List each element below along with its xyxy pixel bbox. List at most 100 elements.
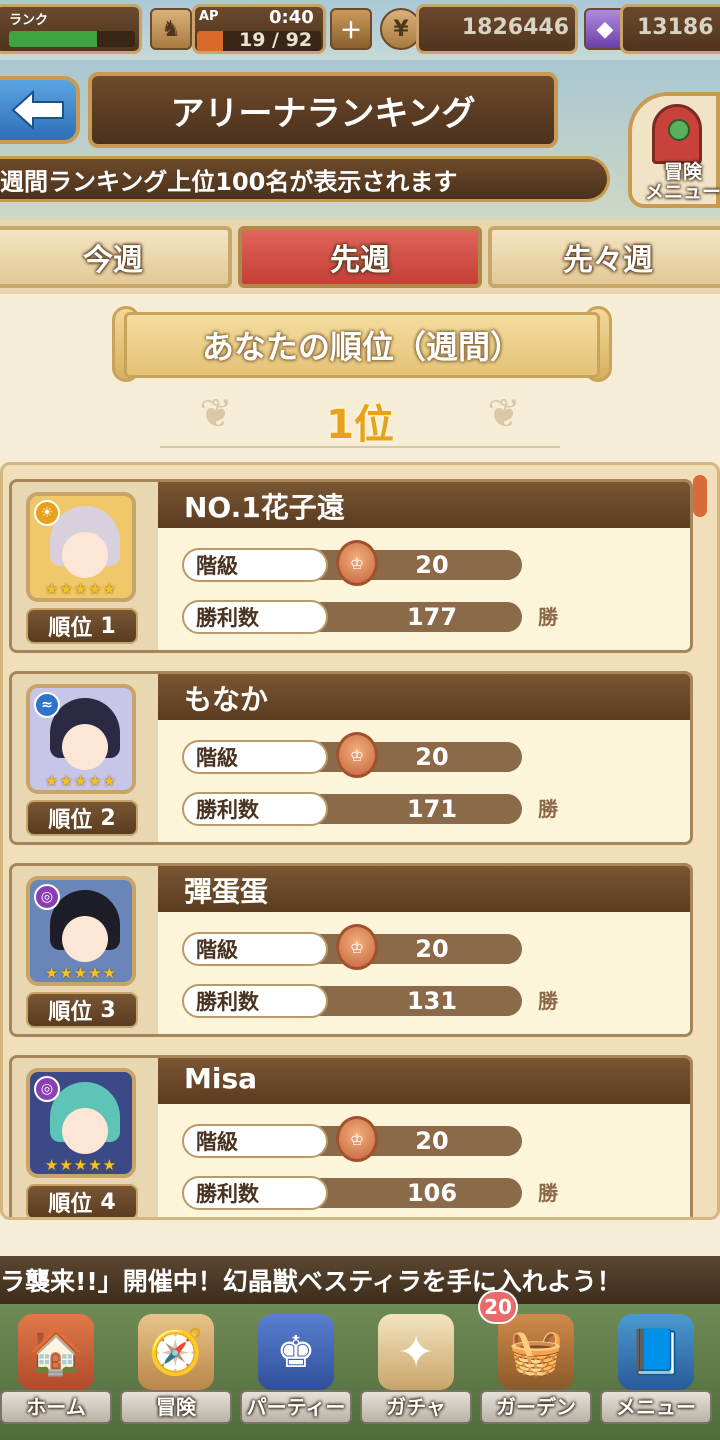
ranking-list[interactable]: ☀ ★★★★★ 順位 1 NO.1花子遠 階級 ♔ 20 勝利数 177 勝 ≈… [0,462,720,1220]
tab-week-before-last[interactable]: 先々週 [488,226,720,288]
adventure-menu-label: 冒険 メニュー [644,161,720,203]
nav-label: パーティー [240,1390,352,1424]
status-bar: ランク ♞ AP 0:40 19 / 92 ＋ ¥ 1826446 ◆ 1318… [0,0,720,60]
rank-number: 3 [100,997,116,1023]
nav-item-chess[interactable]: ♚ パーティー [238,1312,354,1432]
class-emblem-icon: ♔ [336,732,378,778]
grade-row: 階級 ♔ 20 [182,732,572,778]
wins-value: 106 [406,1179,458,1207]
player-name: Misa [184,1062,258,1095]
class-emblem-icon: ♔ [336,1116,378,1162]
list-scrollbar[interactable] [693,475,707,517]
grade-label: 階級 [182,932,328,966]
player-avatar[interactable]: ◎ ★★★★★ [26,876,136,986]
tab-last-week[interactable]: 先週 [238,226,482,288]
avatar-face [62,1108,108,1154]
wins-unit: 勝 [538,797,558,821]
rank-prefix: 順位 [48,1000,93,1025]
back-arrow-icon [11,90,64,130]
card-left-panel: ≈ ★★★★★ 順位 2 [12,674,158,842]
nav-label: メニュー [600,1390,712,1424]
nav-label: ガーデン [480,1390,592,1424]
ranking-card[interactable]: ☀ ★★★★★ 順位 1 NO.1花子遠 階級 ♔ 20 勝利数 177 勝 [9,479,693,653]
ap-timer: 0:40 [269,7,314,28]
gem-panel: 13186 [620,4,720,54]
chess-icon: ♚ [258,1314,334,1390]
ap-value: 19 / 92 [239,29,313,51]
class-emblem-icon: ♔ [336,924,378,970]
adventure-menu-button[interactable]: 冒険 メニュー [628,92,720,208]
rank-prefix: 順位 [48,808,93,833]
nav-label: 冒険 [120,1390,232,1424]
card-left-panel: ◎ ★★★★★ 順位 4 [12,1058,158,1217]
nav-label: ガチャ [360,1390,472,1424]
nav-item-map[interactable]: 🧭 冒険 [118,1312,234,1432]
rank-plate: 順位 3 [26,992,138,1028]
ranking-card[interactable]: ≈ ★★★★★ 順位 2 もなか 階級 ♔ 20 勝利数 171 勝 [9,671,693,845]
stamina-icon: ♞ [150,8,192,50]
star-rating-icon: ★★★★★ [44,1156,118,1174]
grade-label: 階級 [182,548,328,582]
ranking-card[interactable]: ◎ ★★★★★ 順位 3 彈蛋蛋 階級 ♔ 20 勝利数 131 勝 [9,863,693,1037]
wins-value: 171 [406,795,458,823]
player-name: NO.1花子遠 [184,491,345,524]
week-tabs: 今週 先週 先々週 [0,220,720,294]
rank-panel: ランク [0,4,142,54]
your-rank-value: 1位 [326,402,394,448]
page-title: アリーナランキング [88,72,558,148]
rank-plate: 順位 1 [26,608,138,644]
rank-number: 2 [100,805,116,831]
nav-item-gacha[interactable]: ✦ ガチャ [358,1312,474,1432]
plus-icon[interactable]: ＋ [330,8,372,50]
page-subtitle: 週間ランキング上位100名が表示されます [0,156,610,202]
wins-unit: 勝 [538,605,558,629]
player-avatar[interactable]: ☀ ★★★★★ [26,492,136,602]
wins-label: 勝利数 [182,1176,328,1210]
news-ticker[interactable]: ラ襲来!!」開催中！幻晶獣ベスティラを手に入れよう！ [0,1256,720,1304]
dark-element-icon: ◎ [34,1076,60,1102]
rank-prefix: 順位 [48,616,93,641]
wins-row: 勝利数 177 勝 [182,600,572,634]
wins-label: 勝利数 [182,600,328,634]
rank-number: 1 [100,613,116,639]
class-emblem-icon: ♔ [336,540,378,586]
bottom-navigation: 🏠 ホーム 🧭 冒険 ♚ パーティー ✦ ガチャ 🧺 ガーデン 📘 メニュー [0,1304,720,1440]
player-name: もなか [184,683,269,716]
map-icon: 🧭 [138,1314,214,1390]
nav-item-house[interactable]: 🏠 ホーム [0,1312,114,1432]
player-avatar[interactable]: ◎ ★★★★★ [26,1068,136,1178]
ap-panel: AP 0:40 19 / 92 [192,4,326,54]
card-left-panel: ◎ ★★★★★ 順位 3 [12,866,158,1034]
your-rank-banner: あなたの順位（週間） [124,312,600,378]
gold-value: 1826446 [461,15,569,40]
rank-label: ランク [9,13,49,28]
wins-unit: 勝 [538,989,558,1013]
ornament-left-icon: ❦ [199,391,233,437]
house-icon: 🏠 [18,1314,94,1390]
nav-item-book[interactable]: 📘 メニュー [598,1312,714,1432]
avatar-face [62,532,108,578]
avatar-face [62,916,108,962]
player-avatar[interactable]: ≈ ★★★★★ [26,684,136,794]
garden-notification-badge: 20 [478,1290,518,1324]
grade-row: 階級 ♔ 20 [182,540,572,586]
garden-icon: 🧺 [498,1314,574,1390]
dark-element-icon: ◎ [34,884,60,910]
card-left-panel: ☀ ★★★★★ 順位 1 [12,482,158,650]
ap-label: AP [199,9,219,24]
gacha-icon: ✦ [378,1314,454,1390]
back-button[interactable] [0,76,80,144]
rank-number: 4 [100,1189,116,1215]
wins-row: 勝利数 106 勝 [182,1176,572,1210]
wins-label: 勝利数 [182,984,328,1018]
tab-this-week[interactable]: 今週 [0,226,232,288]
ranking-card[interactable]: ◎ ★★★★★ 順位 4 Misa 階級 ♔ 20 勝利数 106 勝 [9,1055,693,1217]
avatar-face [62,724,108,770]
grade-label: 階級 [182,1124,328,1158]
rank-exp-bar [9,31,135,47]
nav-item-garden[interactable]: 🧺 ガーデン [478,1312,594,1432]
door-icon [652,104,702,164]
rank-prefix: 順位 [48,1192,93,1217]
nav-label: ホーム [0,1390,112,1424]
wins-row: 勝利数 171 勝 [182,792,572,826]
